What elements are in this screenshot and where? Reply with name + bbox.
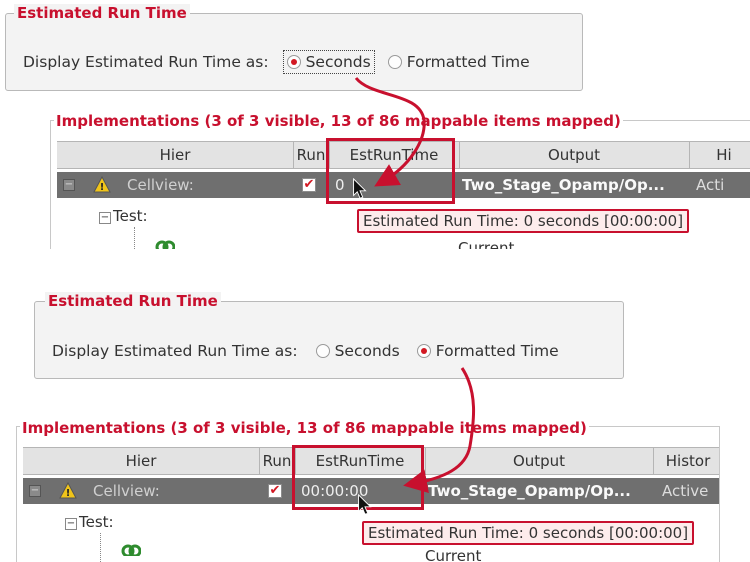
bottom-arrow [403, 367, 476, 494]
top-arrow [354, 76, 426, 187]
annotation-arrows [354, 76, 476, 494]
